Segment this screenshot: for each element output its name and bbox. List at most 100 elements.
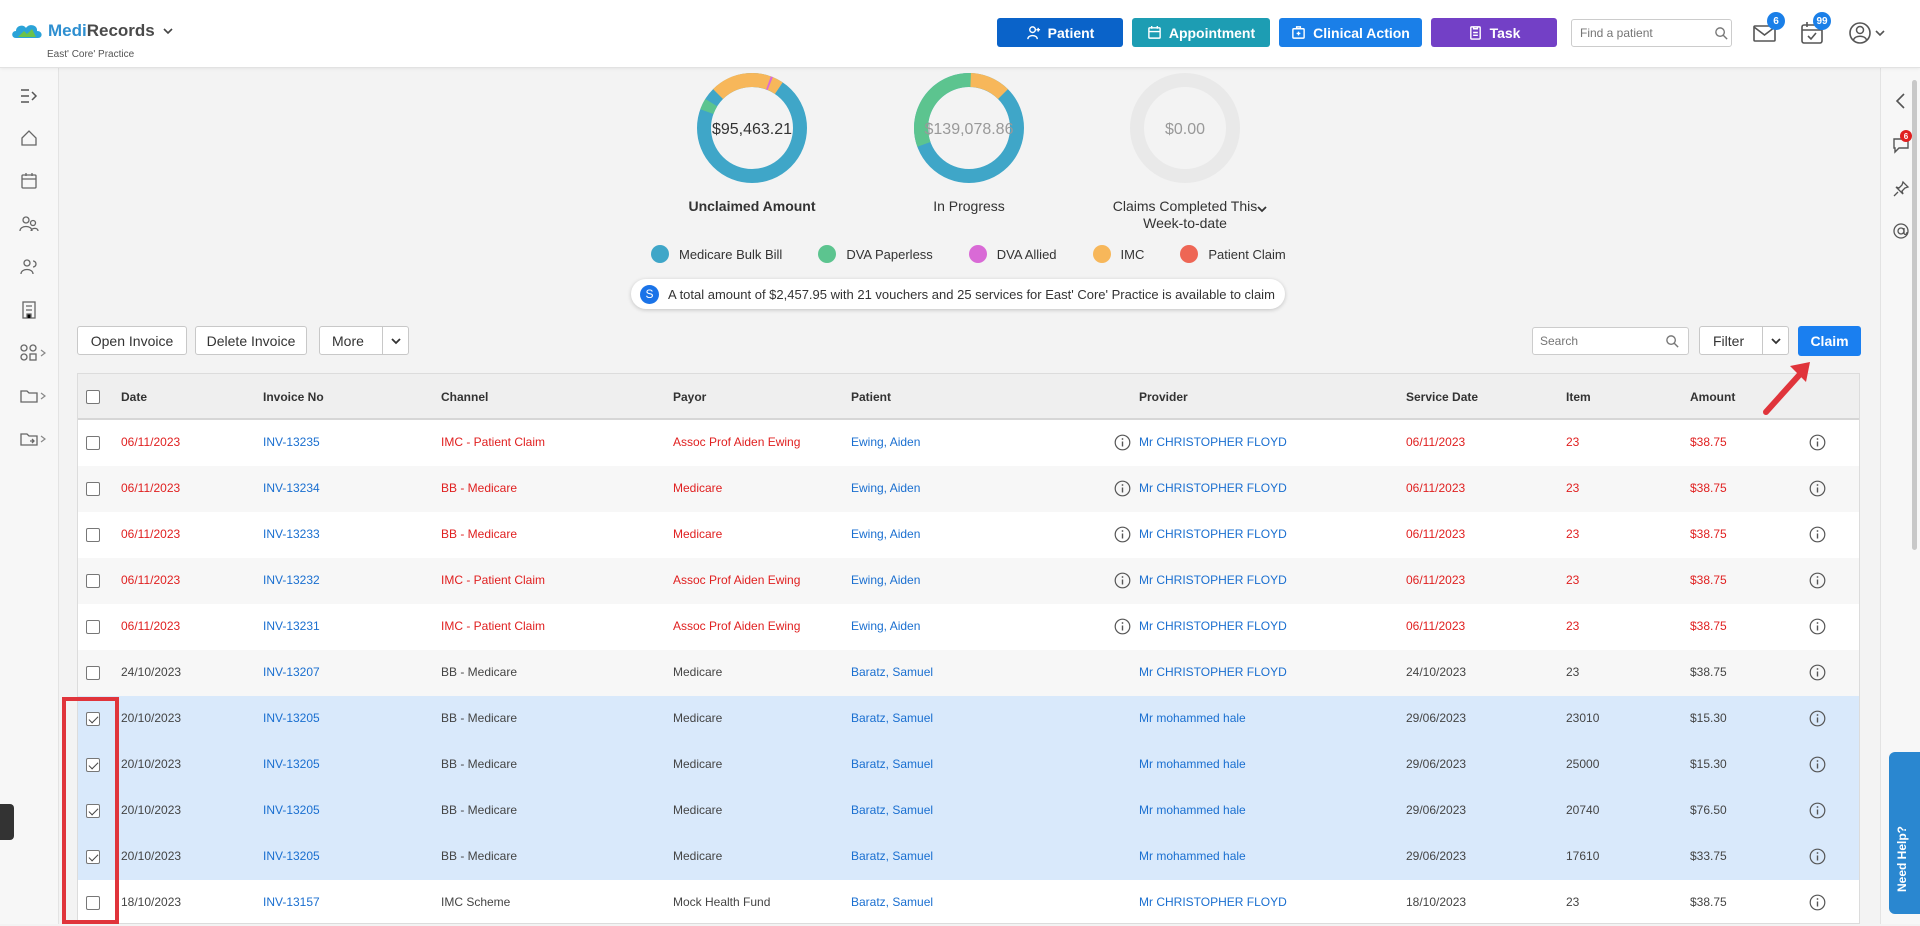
row-checkbox[interactable] <box>86 574 100 588</box>
user-menu-button[interactable] <box>1848 20 1888 46</box>
row-info-icon[interactable] <box>1809 480 1826 497</box>
row-info-icon[interactable] <box>1809 664 1826 681</box>
row-checkbox[interactable] <box>86 528 100 542</box>
table-row[interactable]: 20/10/2023 INV-13205 BB - Medicare Medicare… <box>78 696 1859 742</box>
delete-invoice-button[interactable]: Delete Invoice <box>195 326 307 355</box>
chevron-down-icon[interactable] <box>163 26 173 36</box>
home-icon[interactable] <box>19 128 39 148</box>
column-header-provider[interactable]: Provider <box>1139 390 1188 404</box>
table-row[interactable]: 06/11/2023 INV-13233 BB - Medicare Medicare… <box>78 512 1859 558</box>
patient-info-icon[interactable] <box>1114 572 1131 589</box>
patient-info-icon[interactable] <box>1114 480 1131 497</box>
pin-icon[interactable] <box>1892 180 1910 198</box>
row-info-icon[interactable] <box>1809 526 1826 543</box>
row-checkbox[interactable] <box>86 436 100 450</box>
chevron-down-icon[interactable] <box>1771 336 1781 346</box>
patient-link[interactable]: Ewing, Aiden <box>851 435 920 449</box>
column-header-channel[interactable]: Channel <box>441 390 488 404</box>
provider-link[interactable]: Mr CHRISTOPHER FLOYD <box>1139 665 1287 679</box>
row-info-icon[interactable] <box>1809 618 1826 635</box>
patient-link[interactable]: Baratz, Samuel <box>851 803 933 817</box>
chevron-down-icon[interactable] <box>391 336 401 346</box>
provider-link[interactable]: Mr CHRISTOPHER FLOYD <box>1139 435 1287 449</box>
tasks-inbox-button[interactable]: 99 <box>1800 12 1831 46</box>
table-row[interactable]: 24/10/2023 INV-13207 BB - Medicare Medicare… <box>78 650 1859 696</box>
row-info-icon[interactable] <box>1809 848 1826 865</box>
row-checkbox[interactable] <box>86 666 100 680</box>
provider-link[interactable]: Mr mohammed hale <box>1139 849 1246 863</box>
apps-icon[interactable] <box>19 343 39 363</box>
page-scrollbar[interactable] <box>1912 80 1917 550</box>
provider-link[interactable]: Mr mohammed hale <box>1139 711 1246 725</box>
invoice-link[interactable]: INV-13234 <box>263 481 320 495</box>
invoice-link[interactable]: INV-13157 <box>263 895 320 909</box>
row-checkbox[interactable] <box>86 620 100 634</box>
row-info-icon[interactable] <box>1809 894 1826 911</box>
patient-link[interactable]: Baratz, Samuel <box>851 665 933 679</box>
folder-share-icon[interactable] <box>19 429 39 449</box>
patient-link[interactable]: Ewing, Aiden <box>851 619 920 633</box>
column-header-payor[interactable]: Payor <box>673 390 706 404</box>
invoice-link[interactable]: INV-13207 <box>263 665 320 679</box>
row-info-icon[interactable] <box>1809 572 1826 589</box>
patient-link[interactable]: Ewing, Aiden <box>851 527 920 541</box>
column-header-patient[interactable]: Patient <box>851 390 891 404</box>
table-row[interactable]: 20/10/2023 INV-13205 BB - Medicare Medicare… <box>78 788 1859 834</box>
provider-link[interactable]: Mr CHRISTOPHER FLOYD <box>1139 573 1287 587</box>
new-patient-button[interactable]: Patient <box>997 18 1123 47</box>
search-icon[interactable] <box>1714 26 1729 41</box>
invoice-search-field[interactable] <box>1532 327 1689 355</box>
patient-link[interactable]: Baratz, Samuel <box>851 895 933 909</box>
new-task-button[interactable]: Task <box>1431 18 1557 47</box>
table-row[interactable]: 06/11/2023 INV-13234 BB - Medicare Medicare… <box>78 466 1859 512</box>
patient-link[interactable]: Ewing, Aiden <box>851 481 920 495</box>
open-invoice-button[interactable]: Open Invoice <box>77 326 187 355</box>
provider-link[interactable]: Mr CHRISTOPHER FLOYD <box>1139 481 1287 495</box>
invoice-link[interactable]: INV-13205 <box>263 711 320 725</box>
provider-link[interactable]: Mr CHRISTOPHER FLOYD <box>1139 527 1287 541</box>
column-header-date[interactable]: Date <box>121 390 147 404</box>
at-sign-icon[interactable] <box>1892 222 1910 240</box>
find-patient-field[interactable] <box>1571 19 1732 47</box>
patient-link[interactable]: Baratz, Samuel <box>851 711 933 725</box>
clinical-action-button[interactable]: Clinical Action <box>1279 18 1422 47</box>
row-info-icon[interactable] <box>1809 802 1826 819</box>
find-patient-input[interactable] <box>1580 26 1710 40</box>
column-header-invoice-no[interactable]: Invoice No <box>263 390 324 404</box>
claim-button[interactable]: Claim <box>1798 326 1861 356</box>
row-checkbox[interactable] <box>86 482 100 496</box>
column-header-item[interactable]: Item <box>1566 390 1591 404</box>
folder-icon[interactable] <box>19 386 39 406</box>
table-row[interactable]: 20/10/2023 INV-13205 BB - Medicare Medicare… <box>78 742 1859 788</box>
invoice-link[interactable]: INV-13233 <box>263 527 320 541</box>
search-icon[interactable] <box>1665 334 1680 349</box>
select-all-checkbox[interactable] <box>86 390 100 404</box>
new-appointment-button[interactable]: Appointment <box>1132 18 1270 47</box>
provider-link[interactable]: Mr mohammed hale <box>1139 757 1246 771</box>
patient-link[interactable]: Baratz, Samuel <box>851 757 933 771</box>
chevron-left-icon[interactable] <box>1892 92 1910 110</box>
provider-link[interactable]: Mr CHRISTOPHER FLOYD <box>1139 619 1287 633</box>
need-help-tab[interactable]: Need Help? <box>1889 752 1920 914</box>
patient-info-icon[interactable] <box>1114 526 1131 543</box>
patient-info-icon[interactable] <box>1114 434 1131 451</box>
column-header-service-date[interactable]: Service Date <box>1406 390 1478 404</box>
invoice-link[interactable]: INV-13231 <box>263 619 320 633</box>
table-row[interactable]: 06/11/2023 INV-13231 IMC - Patient Claim As… <box>78 604 1859 650</box>
row-info-icon[interactable] <box>1809 756 1826 773</box>
building-icon[interactable] <box>19 300 39 320</box>
calendar-icon[interactable] <box>19 171 39 191</box>
side-drawer-tab[interactable] <box>0 804 14 840</box>
table-row[interactable]: 06/11/2023 INV-13235 IMC - Patient Claim As… <box>78 420 1859 466</box>
expand-menu-icon[interactable] <box>19 86 39 106</box>
table-row[interactable]: 18/10/2023 INV-13157 IMC Scheme Mock Health… <box>78 880 1859 926</box>
invoice-search-input[interactable] <box>1540 334 1665 348</box>
chevron-down-icon[interactable] <box>1256 203 1268 215</box>
row-info-icon[interactable] <box>1809 434 1826 451</box>
invoice-link[interactable]: INV-13205 <box>263 803 320 817</box>
table-row[interactable]: 20/10/2023 INV-13205 BB - Medicare Medicare… <box>78 834 1859 880</box>
provider-link[interactable]: Mr CHRISTOPHER FLOYD <box>1139 895 1287 909</box>
column-header-amount[interactable]: Amount <box>1690 390 1735 404</box>
invoice-link[interactable]: INV-13235 <box>263 435 320 449</box>
patients-group-icon[interactable] <box>19 214 39 234</box>
